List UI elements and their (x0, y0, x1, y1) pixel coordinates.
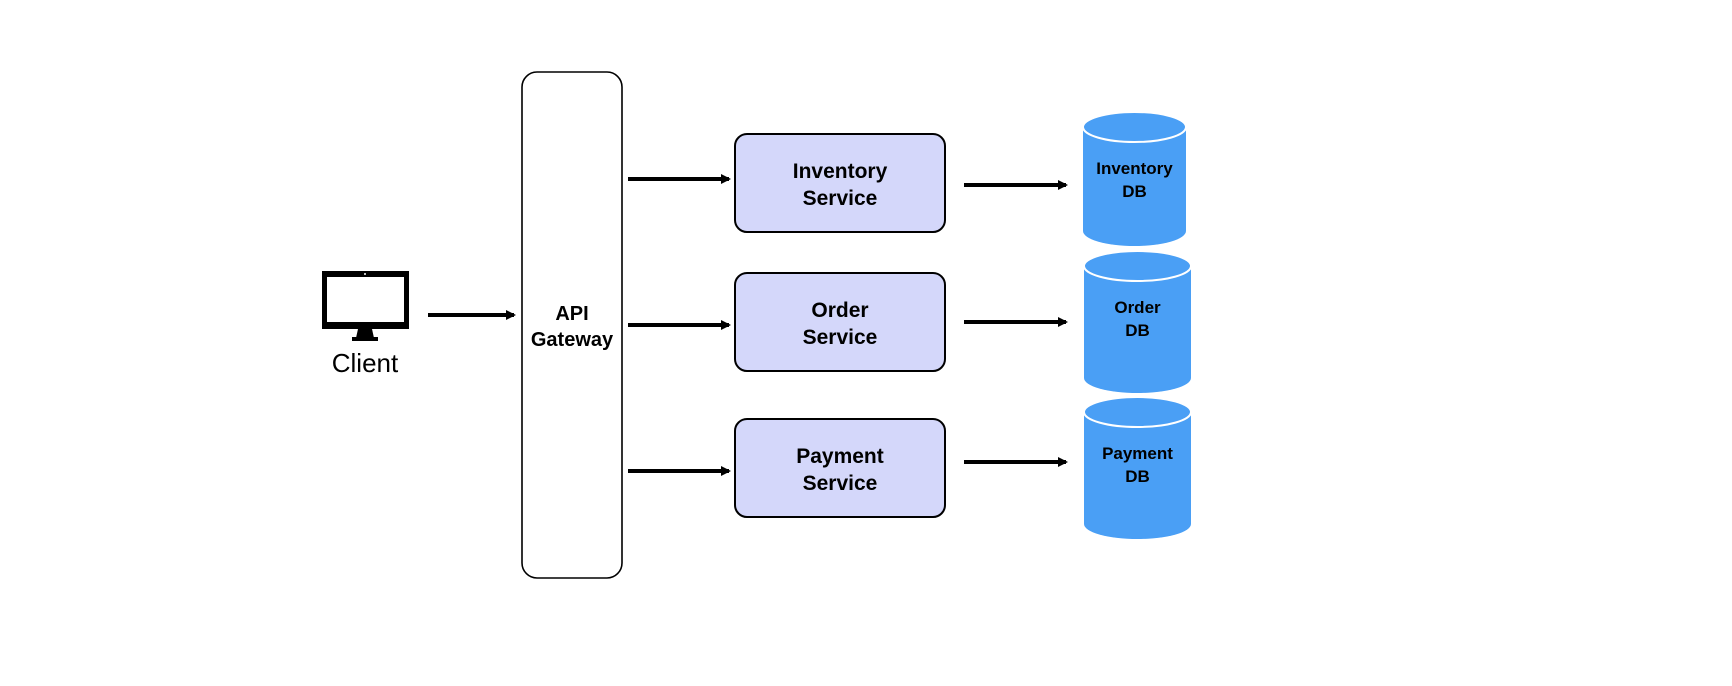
inventory-service-node: Inventory Service (734, 133, 946, 233)
payment-service-label-line1: Payment (796, 445, 884, 468)
payment-db-node: Payment DB (1083, 396, 1192, 539)
order-db-node: Order DB (1083, 250, 1192, 393)
order-service-label-line2: Service (803, 326, 878, 349)
client-node: Client (322, 271, 409, 378)
payment-db-label-line1: Payment (1102, 444, 1173, 463)
payment-service-label-line2: Service (803, 472, 878, 495)
gateway-label-line1: API (555, 303, 588, 325)
inventory-service-label-line1: Inventory (793, 160, 888, 183)
order-db-label-line2: DB (1125, 321, 1150, 340)
monitor-icon (322, 271, 409, 341)
payment-service-node: Payment Service (734, 418, 946, 518)
gateway-label-line2: Gateway (531, 329, 614, 351)
api-gateway-node: API Gateway (521, 71, 623, 579)
inventory-db-node: Inventory DB (1082, 111, 1187, 247)
inventory-db-label-line1: Inventory (1096, 159, 1173, 178)
order-db-label-line1: Order (1114, 298, 1161, 317)
client-label: Client (332, 348, 399, 378)
order-service-node: Order Service (734, 272, 946, 372)
order-service-label-line1: Order (811, 299, 868, 322)
inventory-service-label-line2: Service (803, 187, 878, 210)
payment-db-label-line2: DB (1125, 467, 1150, 486)
architecture-diagram: Client API Gateway InventoryServiceInven… (322, 71, 1192, 579)
inventory-db-label-line2: DB (1122, 182, 1147, 201)
